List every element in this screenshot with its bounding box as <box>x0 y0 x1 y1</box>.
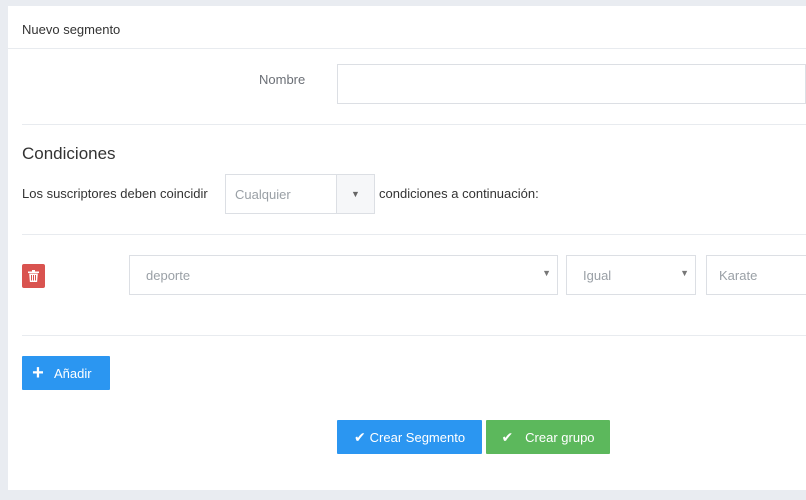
condition-field-select[interactable]: deporte ▼ <box>129 255 558 295</box>
condition-operator-select[interactable]: Igual ▼ <box>566 255 696 295</box>
check-icon: ✔ <box>353 428 366 445</box>
delete-condition-button[interactable] <box>22 264 45 288</box>
check-icon: ✔ <box>501 428 514 445</box>
trash-icon <box>28 270 39 282</box>
match-type-select[interactable]: Cualquier ▼ <box>225 174 375 214</box>
match-suffix-text: condiciones a continuación: <box>379 186 539 201</box>
page-title: Nuevo segmento <box>22 22 121 37</box>
add-button-label: Añadir <box>54 365 92 381</box>
plus-icon: + <box>32 361 44 384</box>
condition-operator-value: Igual <box>583 267 612 283</box>
create-segment-button[interactable]: ✔ Crear Segmento <box>337 420 482 454</box>
condition-field-value: deporte <box>146 267 191 283</box>
create-group-label: Crear grupo <box>525 429 595 445</box>
add-condition-button[interactable]: + Añadir <box>22 356 110 390</box>
create-group-button[interactable]: ✔ Crear grupo <box>486 420 610 454</box>
name-input[interactable] <box>337 64 806 104</box>
caret-down-icon: ▼ <box>542 268 551 278</box>
segment-card: Nuevo segmento Nombre Condiciones Los su… <box>8 6 806 490</box>
divider <box>22 335 806 336</box>
name-label: Nombre <box>259 72 306 87</box>
conditions-title: Condiciones <box>22 144 116 163</box>
divider <box>22 124 806 125</box>
divider <box>22 234 806 235</box>
caret-down-icon: ▼ <box>680 268 689 278</box>
caret-down-icon[interactable]: ▼ <box>336 175 374 213</box>
condition-value-placeholder: Karate <box>719 267 758 283</box>
card-header: Nuevo segmento <box>8 6 806 49</box>
match-prefix-text: Los suscriptores deben coincidir <box>22 186 208 201</box>
match-type-value: Cualquier <box>235 186 291 202</box>
create-segment-label: Crear Segmento <box>369 429 466 445</box>
condition-value-input[interactable]: Karate <box>706 255 806 295</box>
